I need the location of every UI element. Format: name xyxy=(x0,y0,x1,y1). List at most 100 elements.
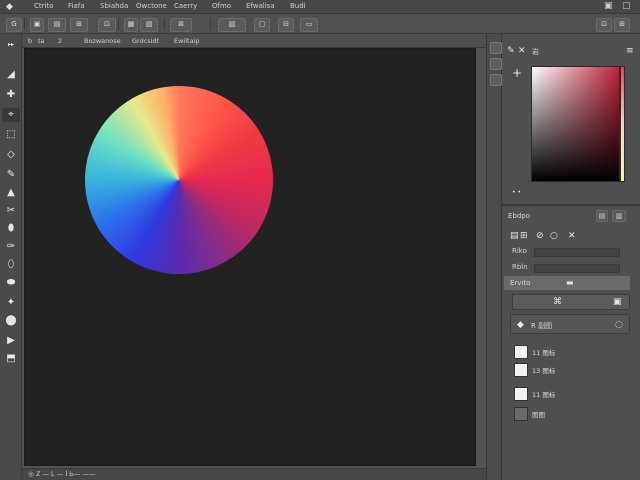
healing-tool-icon[interactable]: ▲ xyxy=(2,186,20,200)
app-logo-icon[interactable]: ◆ xyxy=(6,2,16,12)
panel-button[interactable]: ▤ xyxy=(596,210,608,222)
document-info: Grdcsidt xyxy=(132,37,160,45)
menu-item[interactable]: Ofmo xyxy=(212,2,231,10)
property-input[interactable] xyxy=(534,264,620,273)
lasso-tool-icon[interactable]: ⌖ xyxy=(2,108,20,122)
options-button[interactable]: ⊞ xyxy=(70,18,88,32)
layers-panel-header[interactable]: Ervito ▬ xyxy=(504,276,630,290)
channel-icon[interactable]: ⊞ xyxy=(520,231,528,241)
options-button[interactable]: ▧ xyxy=(140,18,158,32)
layer-row[interactable]: 图图 xyxy=(510,404,630,422)
options-button[interactable]: ⊡ xyxy=(596,18,612,32)
panel-icon-strip xyxy=(486,34,502,480)
layer-row[interactable]: 13 图标 xyxy=(510,360,630,378)
move-tool-icon[interactable]: ◢ xyxy=(2,68,20,82)
menu-item[interactable]: Budi xyxy=(290,2,306,10)
gradient-tool-icon[interactable]: ⬬ xyxy=(2,276,20,290)
history-brush-tool-icon[interactable]: ✑ xyxy=(2,240,20,254)
filter-icon[interactable]: ⌘ xyxy=(553,297,562,307)
tab-icon[interactable]: ta xyxy=(38,37,45,45)
options-button[interactable]: ▣ xyxy=(30,18,44,32)
document-title[interactable]: Bozwanose xyxy=(84,37,121,45)
dodge-tool-icon[interactable]: ✦ xyxy=(2,296,20,310)
layers-panel-title: Ervito xyxy=(510,279,531,287)
menu-item[interactable]: Owctone xyxy=(136,2,167,10)
minimize-icon[interactable]: ▣ xyxy=(604,1,613,11)
layer-icon[interactable]: ▤ xyxy=(510,231,519,241)
brush-tool-icon[interactable]: ✂ xyxy=(2,204,20,218)
menu-item[interactable]: Ctrito xyxy=(34,2,53,10)
eyedropper-tool-icon[interactable]: ✎ xyxy=(2,168,20,182)
property-input[interactable] xyxy=(534,248,620,257)
options-button[interactable]: ⊠ xyxy=(170,18,192,32)
layer-name: 11 图标 xyxy=(532,349,556,357)
tool-preset-button[interactable]: G xyxy=(6,18,22,32)
close-icon[interactable]: ✕ xyxy=(518,46,526,56)
layer-thumbnail xyxy=(514,345,528,359)
stamp-tool-icon[interactable]: ⬮ xyxy=(2,222,20,236)
menu-bar: ◆ Ctrito Fiafa Sbiahda Owctone Caerry Of… xyxy=(0,0,640,14)
options-button[interactable]: ⊟ xyxy=(278,18,294,32)
close-icon[interactable]: ✕ xyxy=(568,231,576,241)
tab-icon[interactable]: b xyxy=(28,37,32,45)
crop-tool-icon[interactable]: ◇ xyxy=(2,148,20,162)
document-tab[interactable]: b ta 2 Bozwanose Grdcsidt Ewiltaip xyxy=(22,34,486,48)
property-label: Rbln xyxy=(512,263,528,271)
divider xyxy=(502,204,640,206)
options-button[interactable]: ▦ xyxy=(124,18,138,32)
path-select-tool-icon[interactable]: ▶ xyxy=(2,334,20,348)
layer-row[interactable]: 11 图标 xyxy=(510,342,630,360)
hand-tool-icon[interactable]: ⬒ xyxy=(2,352,20,366)
property-label: Riko xyxy=(512,247,527,255)
zoom-readout: ◎ ℤ — Ꮮ — ꟾ Ꮟ— —— xyxy=(28,470,96,478)
options-button[interactable]: ⊞ xyxy=(614,18,630,32)
options-button[interactable]: ▢ xyxy=(254,18,270,32)
history-panel-icon[interactable] xyxy=(490,42,502,54)
toggle-icon[interactable]: ▬ xyxy=(566,278,574,288)
canvas[interactable] xyxy=(24,48,476,466)
quick-select-tool-icon[interactable]: ⬚ xyxy=(2,128,20,142)
document-info: Ewiltaip xyxy=(174,37,200,45)
panel-collapse-icon[interactable]: ▸▸ xyxy=(2,38,20,52)
properties-panel-title: Ebdpo xyxy=(508,212,531,220)
options-button[interactable]: ⊡ xyxy=(98,18,116,32)
layer-toolbar: ⌘ ▣ xyxy=(512,294,630,310)
options-button[interactable]: ▨ xyxy=(218,18,246,32)
layer-thumbnail xyxy=(514,387,528,401)
hue-slider[interactable] xyxy=(620,66,625,182)
menu-item[interactable]: Sbiahda xyxy=(100,2,128,10)
close-icon[interactable]: ▢ xyxy=(622,1,631,11)
lock-icon[interactable]: ▣ xyxy=(613,297,622,307)
options-button[interactable]: ▤ xyxy=(48,18,66,32)
tools-panel: ▸▸ ◢ ✚ ⌖ ⬚ ◇ ✎ ▲ ✂ ⬮ ✑ ⬯ ⬬ ✦ ⬤ ▶ ⬒ xyxy=(0,34,22,480)
menu-item[interactable]: Fiafa xyxy=(68,2,85,10)
tab-icon[interactable]: 2 xyxy=(58,37,62,45)
color-picker-field[interactable] xyxy=(531,66,620,182)
layer-row[interactable]: 11 图标 xyxy=(510,384,630,402)
styles-panel-icon[interactable] xyxy=(490,74,502,86)
panel-button[interactable]: ▥ xyxy=(612,210,626,222)
active-layer-label: R 副图 xyxy=(531,322,553,330)
layer-thumbnail xyxy=(514,407,528,421)
swatch-dots-icon[interactable]: • • xyxy=(512,188,521,198)
add-swatch-icon[interactable]: + xyxy=(512,67,522,79)
color-panel-icon[interactable]: ✎ xyxy=(507,46,515,56)
adjustments-panel-icon[interactable] xyxy=(490,58,502,70)
circle-icon[interactable]: ○ xyxy=(550,231,558,241)
options-button[interactable]: ▭ xyxy=(300,18,318,32)
layer-name: 13 图标 xyxy=(532,367,556,375)
visibility-icon[interactable]: ◌ xyxy=(615,320,623,330)
panel-menu-icon[interactable]: ≡ xyxy=(626,46,634,56)
active-layer-row[interactable]: ◆ R 副图 ◌ xyxy=(510,314,630,334)
options-bar: G ▣ ▤ ⊞ ⊡ ▦ ▧ ⊠ ▨ ▢ ⊟ ▭ ⊡ ⊞ xyxy=(0,14,640,34)
shape-tool-icon[interactable]: ⬤ xyxy=(2,314,20,328)
menu-item[interactable]: Efwalisa xyxy=(246,2,275,10)
divider xyxy=(118,18,119,30)
layer-name: 图图 xyxy=(532,411,545,419)
marquee-tool-icon[interactable]: ✚ xyxy=(2,88,20,102)
menu-item[interactable]: Caerry xyxy=(174,2,197,10)
eraser-tool-icon[interactable]: ⬯ xyxy=(2,258,20,272)
status-bar: ◎ ℤ — Ꮮ — ꟾ Ꮟ— —— xyxy=(22,468,486,480)
mask-icon[interactable]: ⊘ xyxy=(536,231,544,241)
divider xyxy=(210,18,211,30)
